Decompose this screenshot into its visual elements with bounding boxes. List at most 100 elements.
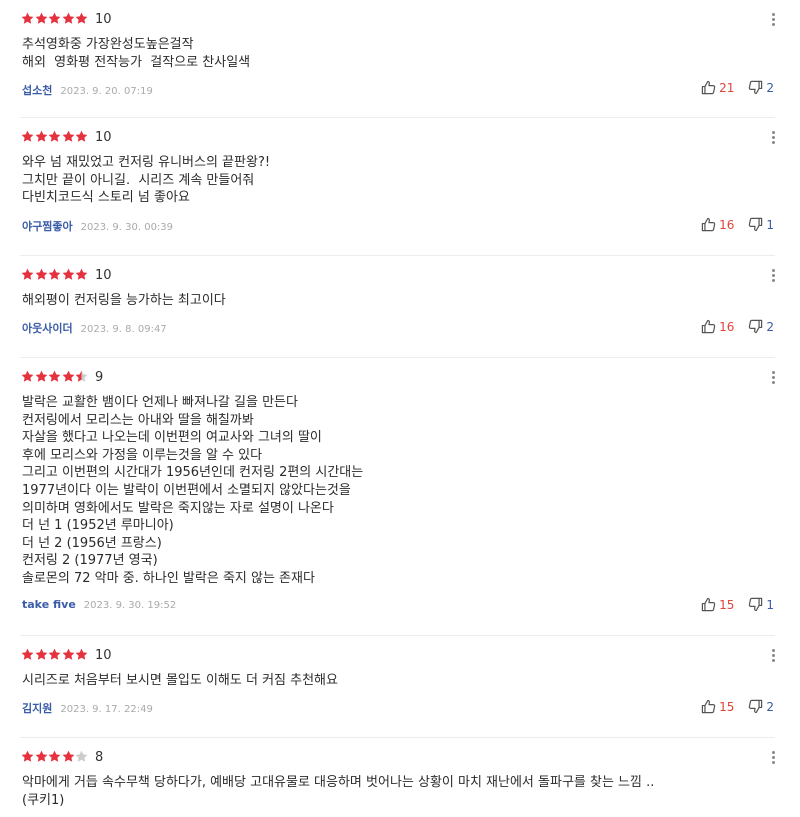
author-name[interactable]: take five [22, 598, 76, 611]
thumbs-down-icon [748, 597, 763, 612]
star-rating [21, 750, 89, 764]
review-text: 와우 넘 재밌었고 컨저링 유니버스의 끝판왕?! 그치만 끝이 아니길. 시리즈… [22, 154, 762, 207]
review-text-line: 1977년이다 이는 발락이 이번편에서 소멸되지 않았다는것을 [22, 482, 351, 498]
star-rating [21, 370, 89, 384]
review-text-line: 다빈치코드식 스토리 넘 좋아요 [22, 190, 190, 206]
star-icon [62, 268, 76, 282]
review-text-line: (쿠키1) [22, 792, 65, 808]
star-icon [48, 130, 62, 144]
review-text-line: 해외평이 컨저링을 능가하는 최고이다 [22, 293, 226, 308]
downvote-count: 2 [766, 319, 774, 334]
upvote-button[interactable]: 16 [701, 217, 734, 232]
thumbs-down-icon [748, 319, 763, 334]
review-date: 2023. 9. 30. 19:52 [83, 600, 177, 611]
downvote-button[interactable]: 1 [748, 217, 774, 232]
review-text-line: 발락은 교활한 뱀이다 언제나 빠져나갈 길을 만든다 [22, 395, 298, 410]
upvote-count: 15 [719, 597, 735, 612]
star-icon [48, 268, 62, 282]
downvote-button[interactable]: 1 [748, 597, 774, 612]
star-icon [21, 648, 35, 662]
upvote-button[interactable]: 15 [701, 699, 734, 714]
star-icon [62, 648, 76, 662]
review-text-line: 그리고 이번편의 시간대가 1956년인데 컨저링 2편의 시간대는 [22, 465, 364, 481]
review-meta: take five 2023. 9. 30. 19:52 [22, 598, 176, 611]
review-text-line: 해외 영화평 전작능가 걸작으로 찬사일색 [22, 54, 251, 70]
star-rating [21, 648, 89, 662]
star-icon [21, 12, 35, 26]
review-date: 2023. 9. 17. 22:49 [60, 704, 153, 715]
thumbs-down-icon [748, 217, 763, 232]
author-name[interactable]: 섭소천 [22, 82, 52, 98]
upvote-button[interactable]: 15 [701, 597, 734, 612]
upvote-count: 15 [719, 699, 735, 714]
review-text-line: 컨저링에서 모리스는 아내와 딸을 해칠까봐 [22, 412, 254, 428]
thumbs-up-icon [701, 699, 716, 714]
author-name[interactable]: 김지원 [22, 700, 52, 716]
review-item: 9 발락은 교활한 뱀이다 언제나 빠져나갈 길을 만든다컨저링에서 모리스는 아… [0, 358, 800, 636]
star-icon [21, 370, 35, 384]
rating-score: 8 [94, 749, 104, 765]
author-name[interactable]: 야구찜좋아 [22, 218, 73, 234]
review-meta: 야구찜좋아 2023. 9. 30. 00:39 [22, 218, 173, 234]
more-vertical-icon[interactable] [768, 748, 778, 766]
vote-controls: 21 2 [701, 80, 774, 95]
star-icon [75, 750, 89, 764]
more-vertical-icon[interactable] [768, 646, 778, 664]
upvote-button[interactable]: 16 [701, 319, 734, 334]
rating-score: 10 [94, 11, 112, 27]
review-date: 2023. 9. 20. 07:19 [60, 86, 153, 97]
author-name[interactable]: 아웃사이더 [22, 320, 73, 336]
vote-controls: 16 2 [701, 319, 774, 334]
review-text-line: 추석영화중 가장완성도높은걸작 [22, 37, 194, 52]
more-vertical-icon[interactable] [768, 266, 778, 284]
star-rating [21, 130, 89, 144]
thumbs-down-icon [748, 699, 763, 714]
star-icon [21, 130, 35, 144]
more-vertical-icon[interactable] [768, 128, 778, 146]
downvote-count: 2 [766, 699, 774, 714]
downvote-count: 1 [766, 217, 774, 232]
more-vertical-icon[interactable] [768, 10, 778, 28]
rating: 10 [21, 266, 112, 284]
thumbs-up-icon [701, 319, 716, 334]
vote-controls: 15 2 [701, 699, 774, 714]
star-rating [21, 12, 89, 26]
review-meta: 아웃사이더 2023. 9. 8. 09:47 [22, 320, 167, 336]
review-text-line: 솔로몬의 72 악마 중. 하나인 발락은 죽지 않는 존재다 [22, 570, 315, 586]
star-icon [75, 130, 89, 144]
review-item: 8 악마에게 거듭 속수무책 당하다가, 예배당 고대유물로 대응하며 벗어나는 … [0, 738, 800, 817]
thumbs-up-icon [701, 597, 716, 612]
rating-score: 10 [94, 647, 112, 663]
star-icon [62, 750, 76, 764]
star-icon [48, 750, 62, 764]
rating-score: 10 [94, 267, 112, 283]
rating-score: 9 [94, 369, 104, 385]
star-icon [21, 750, 35, 764]
downvote-button[interactable]: 2 [748, 699, 774, 714]
upvote-count: 21 [719, 80, 735, 95]
review-text-line: 더 넌 2 (1956년 프랑스) [22, 535, 162, 551]
upvote-button[interactable]: 21 [701, 80, 734, 95]
review-text-line: 더 넌 1 (1952년 루마니아) [22, 518, 174, 534]
star-icon [75, 648, 89, 662]
review-text-line: 그치만 끝이 아니길. 시리즈 계속 만들어줘 [22, 172, 255, 188]
downvote-button[interactable]: 2 [748, 319, 774, 334]
star-icon [62, 12, 76, 26]
review-text: 발락은 교활한 뱀이다 언제나 빠져나갈 길을 만든다컨저링에서 모리스는 아내… [22, 394, 762, 588]
downvote-button[interactable]: 2 [748, 80, 774, 95]
star-icon [35, 648, 49, 662]
review-text-line: 와우 넘 재밌었고 컨저링 유니버스의 끝판왕?! [22, 155, 271, 170]
star-icon [62, 130, 76, 144]
star-icon [62, 370, 76, 384]
review-text: 악마에게 거듭 속수무책 당하다가, 예배당 고대유물로 대응하며 벗어나는 상… [22, 774, 762, 809]
review-text-line: 후에 모리스와 가정을 이루는것을 알 수 있다 [22, 447, 263, 463]
star-icon [75, 12, 89, 26]
vote-controls: 16 1 [701, 217, 774, 232]
more-vertical-icon[interactable] [768, 368, 778, 386]
downvote-count: 2 [766, 80, 774, 95]
star-icon [35, 370, 49, 384]
rating: 10 [21, 128, 112, 146]
rating-score: 10 [94, 129, 112, 145]
star-icon [48, 12, 62, 26]
star-icon [21, 268, 35, 282]
